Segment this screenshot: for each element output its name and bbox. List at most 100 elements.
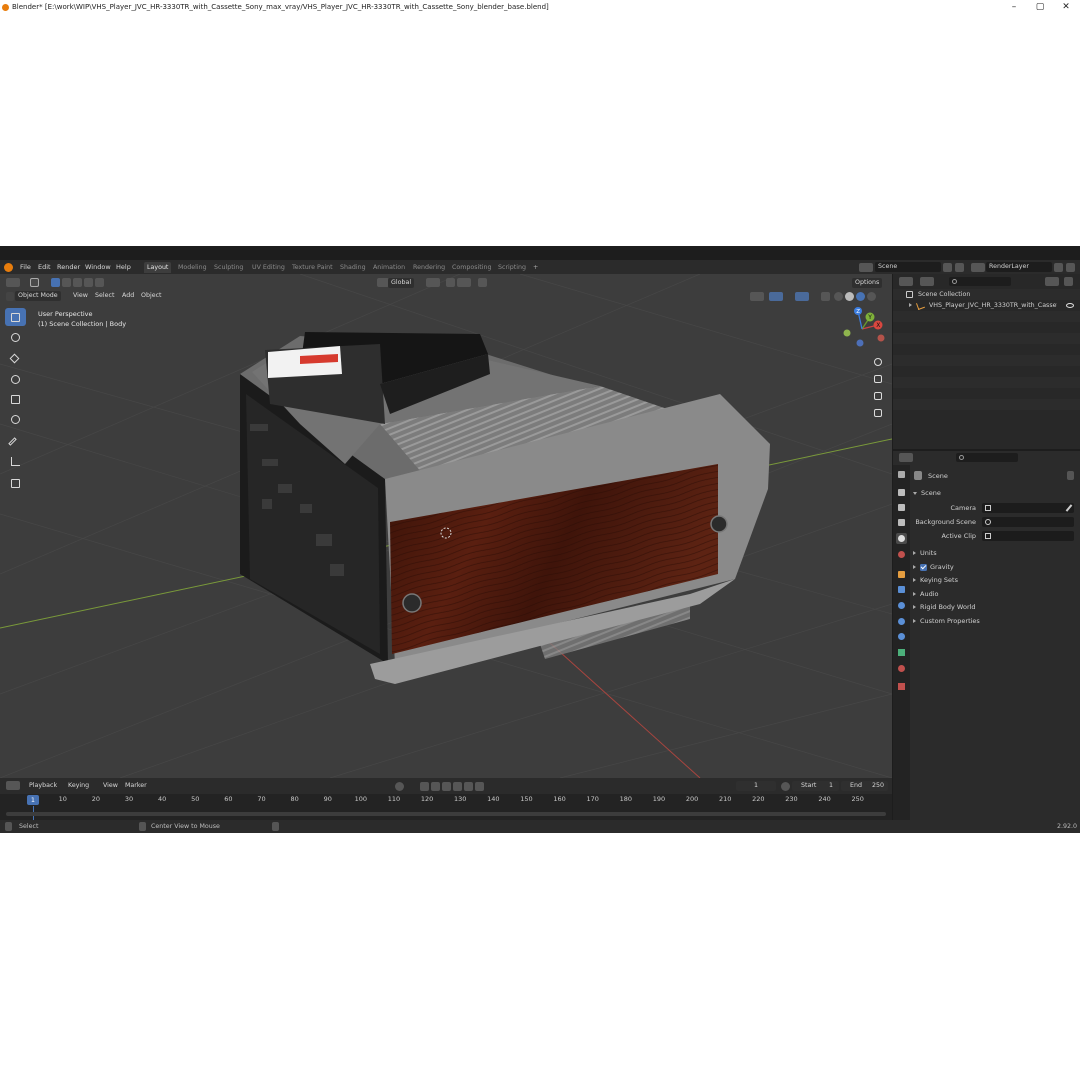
panel-rigid-body-world[interactable]: Rigid Body World [913,602,976,612]
tab-material[interactable] [896,663,907,674]
measure-tool-button[interactable] [5,452,26,470]
pivot-point-icon[interactable] [426,278,440,287]
properties-search-field[interactable] [956,453,1018,462]
rotate-tool-button[interactable] [5,370,26,388]
delete-scene-icon[interactable] [955,263,964,272]
tab-constraints[interactable] [896,631,907,642]
workspace-tab-animation[interactable]: Animation [370,262,408,273]
filter-icon[interactable] [1045,277,1059,286]
tab-scene[interactable] [896,533,907,544]
move-tool-button[interactable] [5,350,26,368]
select-tool-button[interactable] [5,308,26,326]
workspace-tab-scripting[interactable]: Scripting [495,262,529,273]
tab-world[interactable] [896,549,907,560]
tab-render[interactable] [896,487,907,498]
background-scene-field[interactable] [982,517,1074,527]
zoom-view-button[interactable] [871,355,885,369]
menu-file[interactable]: File [20,262,31,272]
properties-editor-type-icon[interactable] [899,453,913,462]
record-icon[interactable] [395,782,404,791]
view-layer-field[interactable]: RenderLayer [986,262,1052,272]
visibility-icon[interactable] [750,292,764,301]
use-preview-range-icon[interactable] [781,782,790,791]
start-frame-field[interactable]: Start 1 [792,781,839,791]
view-layer-icon[interactable] [971,263,985,272]
panel-audio[interactable]: Audio [913,589,938,599]
active-clip-field[interactable] [982,531,1074,541]
snap-icon[interactable] [446,278,455,287]
new-collection-icon[interactable] [1064,277,1073,286]
menu-view[interactable]: View [70,291,91,301]
minimize-button[interactable]: – [1002,0,1026,14]
tab-data[interactable] [896,647,907,658]
new-view-layer-icon[interactable] [1054,263,1063,272]
camera-view-button[interactable] [871,389,885,403]
pin-icon[interactable] [1067,471,1074,480]
eyedropper-icon[interactable] [1065,504,1073,512]
scene-selector-icon[interactable] [859,263,873,272]
end-frame-field[interactable]: End 250 [841,781,888,791]
pan-view-hand-icon[interactable] [871,372,885,386]
select-mode-intersect-icon[interactable] [95,278,104,287]
workspace-tab-modeling[interactable]: Modeling [175,262,210,273]
jump-start-icon[interactable] [420,782,429,791]
workspace-tab-rendering[interactable]: Rendering [410,262,448,273]
scene-field[interactable]: Scene [875,262,941,272]
overlays-icon[interactable] [795,292,809,301]
menu-window[interactable]: Window [85,262,111,272]
current-frame-field[interactable]: 1 [736,781,776,791]
menu-add[interactable]: Add [119,291,137,301]
tab-tool[interactable] [896,469,907,480]
display-mode-icon[interactable] [920,277,934,286]
workspace-tab-sculpting[interactable]: Sculpting [211,262,246,273]
3d-viewport[interactable]: Global Options Object Mode View Select A… [0,274,892,778]
gizmo-icon[interactable] [769,292,783,301]
select-mode-subtract-icon[interactable] [73,278,82,287]
menu-select[interactable]: Select [92,291,117,301]
menu-object[interactable]: Object [138,291,165,301]
cursor-tool-button[interactable] [5,328,26,346]
navigation-gizmo[interactable]: X Y Z [838,307,888,437]
xray-icon[interactable] [821,292,830,301]
orientation-dropdown[interactable]: Global [388,278,415,288]
shading-solid-icon[interactable] [845,292,854,301]
timeline-ruler[interactable]: 1 10 20 30 40 50 60 70 80 90 100 110 120 130 140 150 160… [0,794,892,806]
select-box-tool-icon[interactable] [30,278,39,287]
outliner-editor-type-icon[interactable] [899,277,913,286]
timeline-scrollbar[interactable] [6,812,886,816]
play-reverse-icon[interactable] [442,782,451,791]
select-mode-new-icon[interactable] [51,278,60,287]
tab-modifiers[interactable] [896,584,907,595]
snap-target-icon[interactable] [457,278,471,287]
panel-units[interactable]: Units [913,548,937,558]
annotate-tool-button[interactable] [5,432,26,450]
workspace-tab-uv-editing[interactable]: UV Editing [249,262,288,273]
tab-particles[interactable] [896,600,907,611]
timeline-track-area[interactable] [0,806,892,820]
outliner-scene-collection[interactable]: Scene Collection [893,289,1080,300]
eye-visibility-icon[interactable] [1066,303,1074,308]
current-frame-indicator[interactable]: 1 [27,795,39,805]
keying-menu[interactable]: Keying [65,781,92,791]
select-mode-extend-icon[interactable] [62,278,71,287]
jump-end-icon[interactable] [475,782,484,791]
marker-menu[interactable]: Marker [122,781,150,791]
tab-object[interactable] [896,569,907,580]
tab-texture[interactable] [896,681,907,692]
delete-view-layer-icon[interactable] [1066,263,1075,272]
proportional-editing-icon[interactable] [478,278,487,287]
transform-tool-button[interactable] [5,410,26,428]
shading-wireframe-icon[interactable] [834,292,843,301]
scale-tool-button[interactable] [5,390,26,408]
camera-field[interactable] [982,503,1074,513]
menu-edit[interactable]: Edit [38,262,51,272]
axis-gizmo-icon[interactable]: X Y Z [838,307,888,353]
options-dropdown[interactable]: Options [852,278,883,288]
outliner-object-row[interactable]: VHS_Player_JVC_HR_3330TR_with_Cassette [893,300,1080,311]
object-mode-dropdown[interactable]: Object Mode [15,291,61,301]
next-keyframe-icon[interactable] [464,782,473,791]
timeline-editor-type-icon[interactable] [6,781,20,790]
panel-gravity[interactable]: Gravity [913,562,954,572]
close-button[interactable]: ✕ [1054,0,1078,14]
panel-keying-sets[interactable]: Keying Sets [913,575,958,585]
